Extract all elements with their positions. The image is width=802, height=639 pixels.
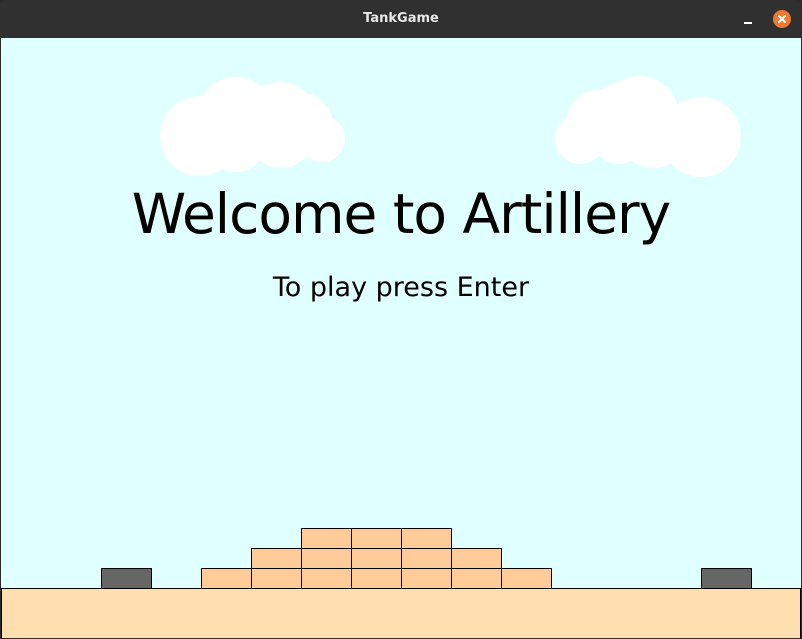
minimize-button[interactable] — [738, 10, 758, 30]
title-bar[interactable]: TankGame — [0, 0, 802, 38]
terrain-block — [351, 528, 402, 549]
terrain-block — [301, 548, 352, 569]
terrain-block — [301, 568, 352, 589]
terrain-block — [501, 568, 552, 589]
terrain-block — [301, 528, 352, 549]
terrain-block — [451, 548, 502, 569]
terrain-block — [351, 548, 402, 569]
player-tank-left — [101, 568, 152, 589]
terrain-block — [401, 548, 452, 569]
terrain-block — [401, 528, 452, 549]
game-canvas[interactable]: Welcome to Artillery To play press Enter — [1, 38, 801, 638]
player-tank-right — [701, 568, 752, 589]
terrain-block — [451, 568, 502, 589]
window-title: TankGame — [363, 11, 439, 26]
terrain-block — [201, 568, 252, 589]
minimize-icon — [744, 22, 752, 24]
welcome-heading: Welcome to Artillery — [131, 182, 671, 246]
game-window: TankGame Welcome to Artillery To play pr… — [0, 0, 802, 639]
ground — [1, 588, 801, 638]
start-instruction: To play press Enter — [272, 272, 530, 303]
terrain-block — [251, 568, 302, 589]
terrain-block — [251, 548, 302, 569]
close-button[interactable] — [773, 10, 791, 28]
close-icon — [778, 15, 786, 23]
terrain-block — [401, 568, 452, 589]
terrain-block — [351, 568, 402, 589]
